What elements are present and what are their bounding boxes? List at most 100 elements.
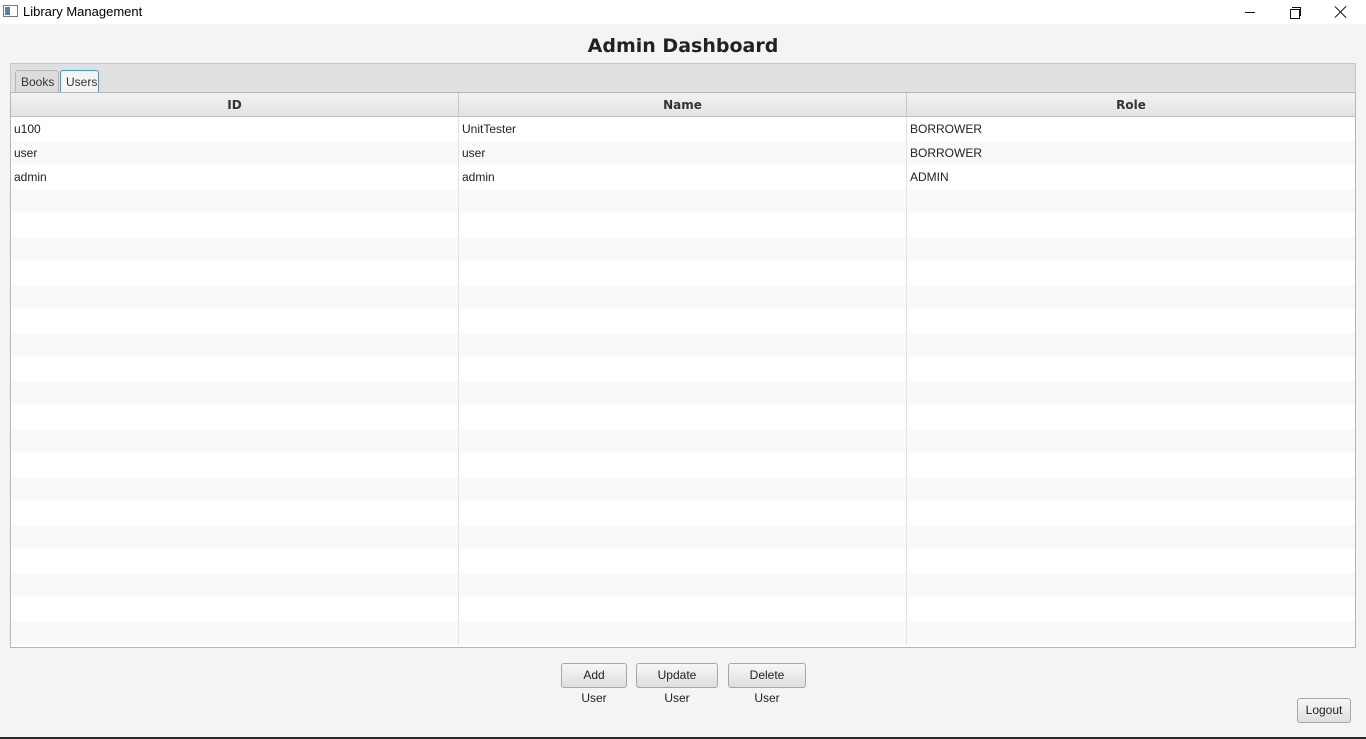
cell-role (907, 357, 1355, 381)
cell-role (907, 549, 1355, 573)
restore-icon (1289, 6, 1301, 19)
page-title: Admin Dashboard (587, 35, 779, 57)
cell-role (907, 213, 1355, 237)
cell-name (459, 285, 907, 309)
empty-table-row[interactable] (11, 285, 1355, 309)
cell-name (459, 501, 907, 525)
empty-table-row[interactable] (11, 621, 1355, 645)
cell-role (907, 525, 1355, 549)
empty-table-row[interactable] (11, 405, 1355, 429)
cell-id (11, 213, 459, 237)
cell-id: user (11, 141, 459, 165)
cell-id (11, 309, 459, 333)
cell-name (459, 357, 907, 381)
minimize-button[interactable] (1227, 0, 1273, 24)
cell-role (907, 189, 1355, 213)
cell-id: u100 (11, 117, 459, 141)
cell-name (459, 573, 907, 597)
empty-table-row[interactable] (11, 525, 1355, 549)
cell-role: BORROWER (910, 146, 982, 160)
empty-table-row[interactable] (11, 501, 1355, 525)
tab-users[interactable]: Users (60, 70, 99, 94)
cell-role (907, 573, 1355, 597)
table-header: ID Name Role (11, 93, 1355, 117)
tab-bar: Books Users (10, 63, 1356, 94)
cell-id (11, 405, 459, 429)
cell-role (907, 501, 1355, 525)
cell-role (907, 597, 1355, 621)
empty-table-row[interactable] (11, 189, 1355, 213)
cell-name (459, 621, 907, 645)
window-title: Library Management (23, 4, 143, 19)
cell-role (907, 309, 1355, 333)
empty-table-row[interactable] (11, 357, 1355, 381)
cell-id (11, 429, 459, 453)
table-row[interactable]: user user BORROWER (11, 141, 1355, 165)
cell-id (11, 189, 459, 213)
cell-role (907, 453, 1355, 477)
table-row[interactable]: admin admin ADMIN (11, 165, 1355, 189)
users-table[interactable]: ID Name Role u100 UnitTester BORROWER user u… (10, 92, 1356, 648)
cell-id (11, 549, 459, 573)
add-user-button[interactable]: Add User (561, 663, 627, 705)
empty-table-row[interactable] (11, 309, 1355, 333)
cell-role (907, 237, 1355, 261)
empty-table-row[interactable] (11, 549, 1355, 573)
update-user-button[interactable]: Update User (636, 663, 718, 705)
app-window: Library Management Admin Dashboard Books… (0, 0, 1366, 739)
cell-name (459, 309, 907, 333)
cell-name (459, 525, 907, 549)
logout-button[interactable]: Logout (1297, 698, 1351, 723)
restore-button[interactable] (1272, 0, 1318, 24)
delete-user-button[interactable]: Delete User (728, 663, 806, 705)
cell-name: admin (459, 165, 907, 189)
cell-id (11, 381, 459, 405)
cell-role (907, 621, 1355, 645)
cell-id (11, 597, 459, 621)
cell-name (459, 429, 907, 453)
cell-name (459, 405, 907, 429)
cell-name (459, 477, 907, 501)
close-button[interactable] (1318, 0, 1364, 24)
empty-table-row[interactable] (11, 597, 1355, 621)
cell-role: BORROWER (910, 122, 982, 136)
cell-id (11, 357, 459, 381)
tab-books[interactable]: Books (15, 70, 59, 93)
cell-id (11, 261, 459, 285)
cell-name (459, 189, 907, 213)
empty-table-row[interactable] (11, 213, 1355, 237)
cell-id (11, 477, 459, 501)
close-icon (1335, 6, 1347, 18)
title-bar: Library Management (0, 0, 1366, 24)
table-row[interactable]: u100 UnitTester BORROWER (11, 117, 1355, 141)
empty-table-row[interactable] (11, 453, 1355, 477)
cell-name (459, 333, 907, 357)
cell-name (459, 213, 907, 237)
cell-name (459, 549, 907, 573)
app-icon (3, 5, 18, 17)
column-header-id[interactable]: ID (11, 93, 459, 117)
cell-id (11, 501, 459, 525)
cell-role (907, 285, 1355, 309)
empty-table-row[interactable] (11, 573, 1355, 597)
empty-table-row[interactable] (11, 237, 1355, 261)
column-header-name[interactable]: Name (459, 93, 907, 117)
cell-role (907, 261, 1355, 285)
cell-id (11, 453, 459, 477)
cell-role: ADMIN (910, 170, 949, 184)
empty-table-row[interactable] (11, 381, 1355, 405)
minimize-icon (1245, 11, 1255, 13)
empty-table-row[interactable] (11, 477, 1355, 501)
cell-role (907, 333, 1355, 357)
cell-name (459, 381, 907, 405)
table-body: u100 UnitTester BORROWER user user BORROWER ad… (11, 117, 1355, 645)
empty-table-row[interactable] (11, 261, 1355, 285)
cell-role (907, 381, 1355, 405)
cell-name (459, 237, 907, 261)
cell-name: user (459, 141, 907, 165)
column-header-role[interactable]: Role (907, 93, 1355, 117)
cell-role (907, 477, 1355, 501)
cell-name: UnitTester (459, 117, 907, 141)
empty-table-row[interactable] (11, 333, 1355, 357)
empty-table-row[interactable] (11, 429, 1355, 453)
